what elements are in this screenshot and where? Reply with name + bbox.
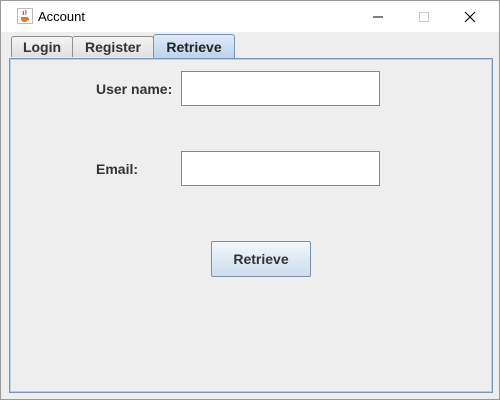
close-button[interactable] xyxy=(447,1,493,32)
tab-retrieve[interactable]: Retrieve xyxy=(153,34,235,58)
username-field-box[interactable] xyxy=(181,71,380,106)
retrieve-button[interactable]: Retrieve xyxy=(211,241,311,277)
username-input[interactable] xyxy=(182,72,379,105)
minimize-icon xyxy=(373,16,383,17)
maximize-button[interactable] xyxy=(401,1,447,32)
tab-login[interactable]: Login xyxy=(11,36,73,57)
email-field-box[interactable] xyxy=(181,151,380,186)
email-label: Email: xyxy=(96,161,139,177)
title-bar[interactable]: Account xyxy=(1,1,499,32)
maximize-icon xyxy=(419,11,429,22)
minimize-button[interactable] xyxy=(355,1,401,32)
window-title: Account xyxy=(38,9,85,24)
retrieve-panel xyxy=(9,58,493,393)
username-label: User name: xyxy=(96,81,173,97)
account-window: Account Login Register Retrieve User nam… xyxy=(0,0,500,400)
tab-register[interactable]: Register xyxy=(72,36,154,57)
email-input[interactable] xyxy=(182,152,379,185)
java-cup-icon xyxy=(17,8,33,24)
close-icon xyxy=(464,11,476,22)
